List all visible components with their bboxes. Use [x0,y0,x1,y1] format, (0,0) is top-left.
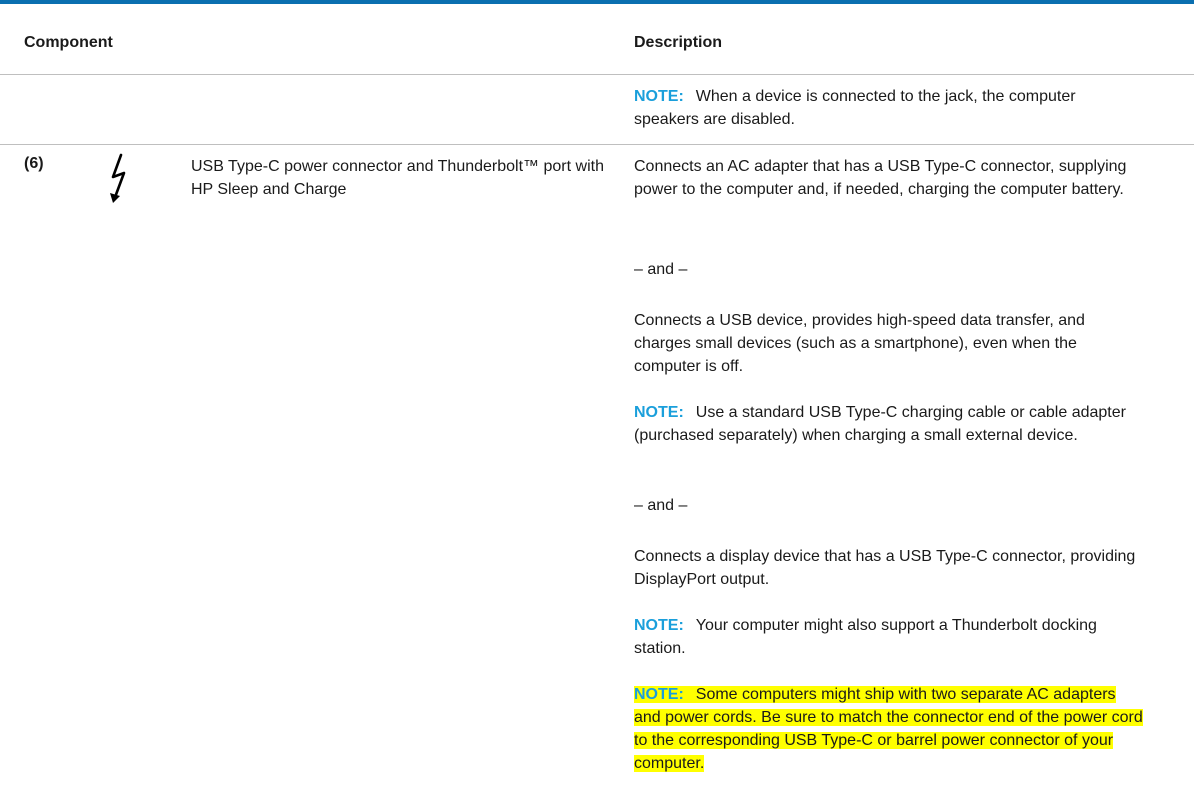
note-paragraph: NOTE: When a device is connected to the j… [634,85,1144,131]
desc-paragraph-3: Connects a display device that has a USB… [634,548,1136,588]
header-component: Component [24,34,113,51]
component-name: USB Type-C power connector and Thunderbo… [191,158,604,198]
note-text: When a device is connected to the jack, … [634,88,1076,128]
table-row: (6) USB Type-C power connector and Thund… [0,145,1194,785]
note-text: Your computer might also support a Thund… [634,617,1097,657]
and-separator-2: – and – [634,497,688,514]
row-number: (6) [24,155,44,172]
lightning-bolt-icon [110,153,126,203]
table-header-row: Component Description [0,4,1194,75]
note-text-highlighted: Some computers might ship with two separ… [634,686,1143,772]
note-paragraph-1: NOTE: Use a standard USB Type-C charging … [634,401,1144,447]
and-separator-1: – and – [634,261,688,278]
note-label: NOTE: [634,404,684,421]
note-label: NOTE: [634,88,684,105]
desc-paragraph-2: Connects a USB device, provides high-spe… [634,312,1085,375]
note-paragraph-2: NOTE: Your computer might also support a … [634,614,1144,660]
note-label: NOTE: [634,686,684,703]
note-text: Use a standard USB Type-C charging cable… [634,404,1126,444]
note-paragraph-3: NOTE: Some computers might ship with two … [634,683,1144,775]
header-description: Description [634,34,723,51]
table-row: NOTE: When a device is connected to the j… [0,75,1194,145]
desc-paragraph-1: Connects an AC adapter that has a USB Ty… [634,158,1127,198]
note-label: NOTE: [634,617,684,634]
